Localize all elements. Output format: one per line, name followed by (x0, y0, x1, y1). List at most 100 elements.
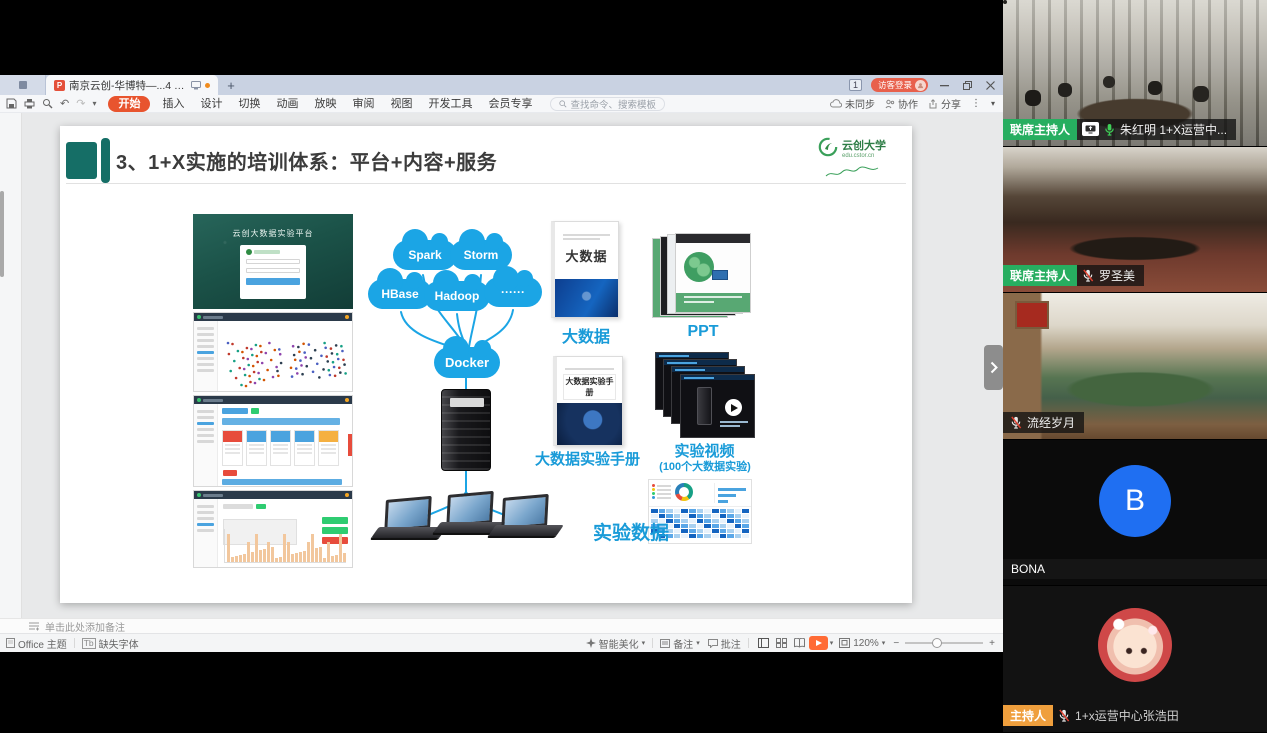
home-tab[interactable] (0, 75, 46, 95)
video-feed[interactable]: 主持人 1+x运营中心张浩田 (1003, 586, 1267, 733)
donut-chart-thumbnail (675, 483, 693, 501)
book2-cover-title: 大数据实验手册 (563, 374, 616, 400)
cloud-docker: Docker (434, 347, 500, 378)
ppt-slides-stack-image (652, 233, 754, 319)
zoom-slider[interactable] (905, 642, 983, 644)
command-search-box[interactable]: 查找命令、搜索模板 (550, 97, 665, 111)
platform-login-screenshot: 云创大数据实验平台 (193, 214, 353, 309)
undo-icon[interactable]: ↶ (60, 97, 69, 110)
collaborate-button[interactable]: 协作 (885, 96, 918, 111)
collapse-ribbon-icon[interactable]: ▾ (991, 99, 995, 108)
sync-status-button[interactable]: 未同步 (830, 96, 875, 111)
visitor-login-badge[interactable]: 访客登录 (871, 78, 928, 92)
zoom-level[interactable]: 120%▾ (853, 638, 885, 649)
mic-muted-icon (1082, 269, 1094, 282)
wps-presentation-window: P 南京云创-华博特—...4 partner + 1 访客登录 (0, 75, 1003, 652)
normal-view-icon[interactable] (758, 638, 769, 648)
unsaved-dot-icon (205, 83, 210, 88)
fit-slide-icon[interactable] (839, 638, 850, 648)
play-dropdown-icon[interactable]: ▾ (830, 639, 834, 647)
smart-beautify-button[interactable]: 智能美化▾ (586, 636, 646, 651)
participant-name: 1+x运营中心张浩田 (1075, 707, 1179, 724)
document-tab[interactable]: P 南京云创-华博特—...4 partner (46, 75, 218, 95)
slide-sorter-view-icon[interactable] (776, 638, 787, 648)
scatter-plot-thumbnail (218, 321, 352, 391)
video-feed[interactable]: 联席主持人 罗圣美 (1003, 147, 1267, 294)
cohost-badge: 联席主持人 (1003, 265, 1077, 286)
panel-expand-handle[interactable] (984, 345, 1003, 390)
thumbnail-scrollbar[interactable] (0, 191, 4, 277)
comments-button[interactable]: 批注 (708, 636, 741, 651)
ribbon-tab-animation[interactable]: 动画 (268, 95, 306, 113)
notes-button[interactable]: 备注▾ (660, 636, 700, 651)
share-button[interactable]: 分享 (928, 96, 961, 111)
server-rack-image (441, 389, 491, 471)
meeting-participants-panel: 联席主持人 朱红明 1+X运营中... 联席主持人 罗圣美 流经岁月 (1003, 0, 1267, 733)
redo-icon[interactable]: ↷ (76, 97, 85, 110)
logo-domain: edu.cstor.cn (842, 153, 886, 159)
title-divider (66, 183, 906, 184)
ribbon-tab-transition[interactable]: 切换 (230, 95, 268, 113)
collaborate-icon (885, 99, 895, 109)
slide-title: 3、1+X实施的培训体系：平台+内容+服务 (116, 146, 497, 175)
laptop-image (488, 496, 562, 550)
search-icon (559, 100, 567, 108)
print-icon[interactable] (24, 98, 35, 109)
cloud-hbase: HBase (368, 279, 432, 309)
video-feed[interactable]: 联席主持人 朱红明 1+X运营中... (1003, 0, 1267, 147)
zoom-slider-thumb[interactable] (932, 638, 942, 648)
participant-name: 朱红明 1+X运营中... (1120, 121, 1227, 138)
zoom-out-button[interactable]: − (893, 638, 899, 649)
save-icon[interactable] (6, 98, 17, 109)
ribbon-tab-slideshow[interactable]: 放映 (306, 95, 344, 113)
mic-muted-icon (1058, 709, 1070, 722)
video-feed[interactable]: B BONA (1003, 440, 1267, 587)
slide-canvas[interactable]: 3、1+X实施的培训体系：平台+内容+服务 云创大学 edu.cstor.cn (60, 126, 912, 603)
wps-presentation-icon: P (54, 80, 65, 91)
more-menu-icon[interactable]: ⋮ (971, 98, 981, 109)
ribbon-tab-insert[interactable]: 插入 (154, 95, 192, 113)
slide-workspace: 3、1+X实施的培训体系：平台+内容+服务 云创大学 edu.cstor.cn (0, 113, 1003, 618)
beautify-icon (586, 638, 596, 648)
ribbon-tab-member[interactable]: 会员专享 (480, 95, 540, 113)
screen-sharing-icon (1082, 122, 1099, 136)
chevron-right-icon (990, 361, 998, 374)
theme-icon (6, 638, 15, 648)
lab-manual-book-image: 大数据实验手册 (553, 356, 623, 446)
missing-font-indicator[interactable]: Tb 缺失字体 (82, 636, 139, 651)
print-preview-icon[interactable] (42, 98, 53, 109)
label-video-sub: (100个大数据实验) (640, 458, 770, 474)
book1-cover-title: 大数据 (555, 246, 618, 265)
slide-thumbnail-panel[interactable] (0, 113, 22, 618)
ribbon-bar: ↶ ↷ ▾ 开始 插入 设计 切换 动画 放映 审阅 视图 开发工具 会员专享 … (0, 95, 1003, 113)
reading-view-icon[interactable] (794, 638, 805, 648)
zoom-in-button[interactable]: + (989, 638, 995, 649)
window-layers-icon[interactable]: 1 (849, 79, 862, 91)
cloud-sync-icon (830, 99, 842, 108)
new-tab-button[interactable]: + (222, 76, 240, 94)
minimize-button[interactable] (937, 78, 951, 92)
cstor-logo-icon (818, 137, 838, 157)
cloud-hadoop: Hadoop (424, 281, 490, 311)
ribbon-tab-design[interactable]: 设计 (192, 95, 230, 113)
wall-art (1017, 303, 1047, 327)
cluster-dashboard-screenshot (193, 395, 353, 487)
cstor-university-logo: 云创大学 edu.cstor.cn (818, 137, 886, 159)
notes-placeholder-bar[interactable]: 单击此处添加备注 (0, 618, 1003, 633)
quickbar-dropdown-icon[interactable]: ▾ (92, 99, 96, 108)
close-button[interactable] (983, 78, 997, 92)
ribbon-tab-home[interactable]: 开始 (108, 96, 150, 112)
participant-name: BONA (1003, 559, 1267, 579)
slideshow-play-button[interactable] (809, 636, 828, 650)
ribbon-tab-review[interactable]: 审阅 (344, 95, 382, 113)
ribbon-tab-developer[interactable]: 开发工具 (420, 95, 480, 113)
restore-button[interactable] (960, 78, 974, 92)
participant-name: 罗圣美 (1099, 267, 1135, 284)
ribbon-tab-view[interactable]: 视图 (382, 95, 420, 113)
play-button-icon (725, 399, 742, 416)
logo-slogan-script (824, 166, 882, 180)
theme-indicator[interactable]: Office 主题 (6, 636, 67, 651)
home-icon (18, 80, 28, 90)
mic-muted-icon (1010, 416, 1022, 429)
video-feed[interactable]: 流经岁月 (1003, 293, 1267, 440)
